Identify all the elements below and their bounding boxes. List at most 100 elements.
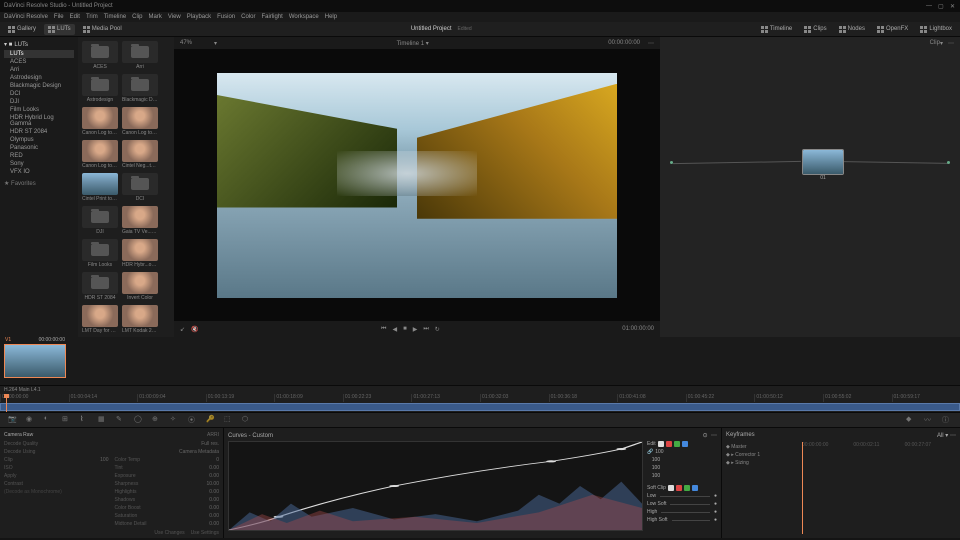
transport-button[interactable]: ↻	[435, 326, 440, 333]
param-row[interactable]: Exposure0.00	[115, 472, 220, 480]
lut-item[interactable]: Cintel Neg...to Linear	[122, 140, 158, 169]
param-row[interactable]: Highlights0.00	[115, 488, 220, 496]
menu-mark[interactable]: Mark	[149, 14, 162, 20]
param-row[interactable]: Midtone Detail0.00	[115, 520, 220, 528]
curve-graph[interactable]	[228, 441, 643, 531]
transport-button[interactable]: ■	[403, 326, 407, 333]
toolbar-gallery[interactable]: Gallery	[4, 24, 40, 35]
lut-item[interactable]: Film Looks	[82, 239, 118, 268]
luts-item[interactable]: VFX IO	[4, 168, 74, 176]
menu-playback[interactable]: Playback	[187, 14, 211, 20]
softclip-param[interactable]: High●	[647, 509, 717, 515]
lut-item[interactable]: Invert Color	[122, 272, 158, 301]
luts-item[interactable]: Sony	[4, 160, 74, 168]
lut-item[interactable]: Canon Log to Rec709	[122, 107, 158, 136]
param-row[interactable]: Contrast	[4, 480, 109, 488]
luts-item[interactable]: HDR ST 2084	[4, 128, 74, 136]
lut-item[interactable]: HDR ST 2084	[82, 272, 118, 301]
clip-thumbnail[interactable]: V1 00:00:00:00	[4, 344, 66, 378]
param-row[interactable]: Tint0.00	[115, 464, 220, 472]
toolbar-luts[interactable]: LUTs	[44, 24, 75, 35]
menu-clip[interactable]: Clip	[132, 14, 142, 20]
lut-item[interactable]: Canon Log to Cineon	[82, 107, 118, 136]
lut-item[interactable]: Canon Log to Video	[82, 140, 118, 169]
window-controls[interactable]: —▢✕	[926, 3, 956, 9]
transport-button[interactable]: ▶	[413, 326, 418, 333]
mini-timeline[interactable]: H.264 Main L4.1 01:00:00:0001:00:04:1401…	[0, 385, 960, 412]
lut-item[interactable]: Astrodesign	[82, 74, 118, 103]
menu-davinci-resolve[interactable]: DaVinci Resolve	[4, 14, 48, 20]
use-changes-button[interactable]: Use Changes	[154, 530, 184, 536]
param-row[interactable]: Clip100	[4, 456, 109, 464]
lut-item[interactable]: ACES	[82, 41, 118, 70]
lut-item[interactable]: Arri	[122, 41, 158, 70]
palette-toolbar[interactable]: 📷 ◉ ◐ ⊞ ⌇ ▦ ✎ ◯ ⊕ ✧ ⦿ 🔑 ⬚ ⬡ ◆ 〰 ⓘ	[0, 412, 960, 428]
mute-icon[interactable]: 🔇	[191, 326, 198, 333]
softclip-param[interactable]: Low Soft●	[647, 501, 717, 507]
lut-item[interactable]: HDR Hybr...og Gamma	[122, 239, 158, 268]
toolbar-clips[interactable]: Clips	[800, 24, 830, 35]
menu-fusion[interactable]: Fusion	[217, 14, 235, 20]
luts-item[interactable]: Blackmagic Design	[4, 82, 74, 90]
param-row[interactable]: Shadows0.00	[115, 496, 220, 504]
toolbar-nodes[interactable]: Nodes	[835, 24, 869, 35]
lut-item[interactable]: DCI	[122, 173, 158, 202]
lut-item[interactable]: DJI	[82, 206, 118, 235]
viewer-timeline-name[interactable]: Timeline 1	[397, 41, 424, 47]
luts-item[interactable]: Panasonic	[4, 144, 74, 152]
timeline-clip-bar[interactable]	[0, 403, 960, 411]
toolbar-timeline[interactable]: Timeline	[757, 24, 796, 35]
softclip-param[interactable]: Low●	[647, 493, 717, 499]
luts-item[interactable]: HDR Hybrid Log Gamma	[4, 114, 74, 128]
luts-item[interactable]: DCI	[4, 90, 74, 98]
luts-item[interactable]: ACES	[4, 58, 74, 66]
favorites-item[interactable]: ★ Favorites	[4, 180, 74, 187]
menu-fairlight[interactable]: Fairlight	[261, 14, 282, 20]
lut-item[interactable]: Cintel Print to Linear	[82, 173, 118, 202]
lut-item[interactable]: Blackmagic Design	[122, 74, 158, 103]
toolbar-mediapool[interactable]: Media Pool	[79, 24, 126, 35]
menu-edit[interactable]: Edit	[70, 14, 80, 20]
menu-trim[interactable]: Trim	[86, 14, 98, 20]
node-01[interactable]	[802, 149, 844, 175]
luts-item[interactable]: Olympus	[4, 136, 74, 144]
menu-workspace[interactable]: Workspace	[289, 14, 319, 20]
use-settings-button[interactable]: Use Settings	[191, 530, 219, 536]
bypass-icon[interactable]: ↙	[180, 326, 185, 333]
param-row[interactable]: Color Temp0	[115, 456, 220, 464]
param-row[interactable]: Saturation0.00	[115, 512, 220, 520]
luts-item[interactable]: Film Looks	[4, 106, 74, 114]
lut-item[interactable]: LMT Day for Night	[82, 305, 118, 334]
main-menubar[interactable]: DaVinci Resolve File Edit Trim Timeline Clip M…	[0, 12, 960, 22]
transport-button[interactable]: ◀	[392, 326, 397, 333]
keyframe-track[interactable]: ◆ ▸ Sizing	[726, 459, 956, 467]
transport-button[interactable]: ⏭	[423, 326, 428, 333]
luts-item[interactable]: RED	[4, 152, 74, 160]
param-row[interactable]: Sharpness10.00	[115, 480, 220, 488]
param-row[interactable]: Color Boost0.00	[115, 504, 220, 512]
timeline-playhead[interactable]	[6, 396, 7, 412]
lut-item[interactable]: LMT Kodak 2383	[122, 305, 158, 334]
luts-item[interactable]: Arri	[4, 66, 74, 74]
lut-item[interactable]: Gaia TV Ve...AIM Clip	[122, 206, 158, 235]
softclip-param[interactable]: High Soft●	[647, 517, 717, 523]
toolbar-lightbox[interactable]: Lightbox	[916, 24, 956, 35]
menu-color[interactable]: Color	[241, 14, 255, 20]
toolbar-openfx[interactable]: OpenFX	[873, 24, 912, 35]
curve-controls[interactable]: Edit 🔗 100 100 100 100 Soft Clip Low●Low…	[647, 441, 717, 531]
luts-header[interactable]: ▾ ■ LUTs	[4, 41, 74, 48]
menu-view[interactable]: View	[168, 14, 181, 20]
keyframe-playhead[interactable]	[802, 442, 803, 534]
viewer-timecode[interactable]: 00:00:00:00	[608, 40, 640, 46]
node-editor[interactable]: Clip ▾ ⋯ 01	[660, 37, 960, 337]
param-row[interactable]: ISO	[4, 464, 109, 472]
luts-item[interactable]: LUTs	[4, 50, 74, 58]
menu-file[interactable]: File	[54, 14, 64, 20]
transport-button[interactable]: ⏮	[381, 326, 386, 333]
menu-help[interactable]: Help	[325, 14, 337, 20]
luts-item[interactable]: DJI	[4, 98, 74, 106]
param-row[interactable]: Apply	[4, 472, 109, 480]
menu-timeline[interactable]: Timeline	[104, 14, 126, 20]
keyframe-track[interactable]: ◆ ▸ Corrector 1	[726, 451, 956, 459]
luts-item[interactable]: Astrodesign	[4, 74, 74, 82]
